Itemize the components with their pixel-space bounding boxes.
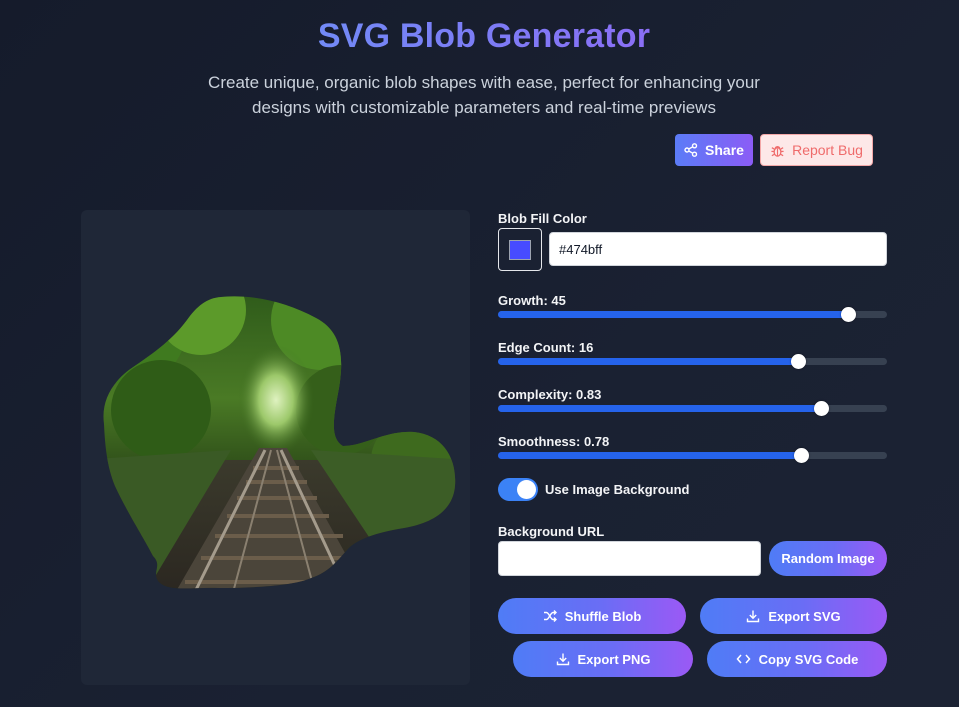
slider-thumb[interactable] [794, 448, 810, 463]
smoothness-label: Smoothness: 0.78 [498, 434, 610, 449]
download-icon [556, 653, 569, 666]
use-image-background-toggle[interactable] [498, 478, 538, 501]
slider-thumb[interactable] [813, 401, 829, 416]
share-button-label: Share [705, 142, 744, 158]
copy-svg-code-button-label: Copy SVG Code [758, 651, 859, 667]
slider-thumb[interactable] [790, 354, 806, 369]
export-svg-button[interactable]: Export SVG [700, 598, 887, 634]
shuffle-blob-button[interactable]: Shuffle Blob [498, 598, 686, 634]
export-png-button[interactable]: Export PNG [513, 641, 693, 677]
blob-preview-image [103, 296, 456, 589]
toggle-knob [517, 480, 536, 499]
shuffle-icon [543, 610, 557, 622]
random-image-button[interactable]: Random Image [769, 541, 887, 576]
edge-count-slider[interactable] [498, 354, 887, 369]
bug-icon [771, 145, 784, 157]
app-page: SVG Blob Generator Create unique, organi… [0, 0, 959, 707]
complexity-slider[interactable] [498, 401, 887, 416]
shuffle-blob-button-label: Shuffle Blob [564, 608, 642, 624]
report-bug-button[interactable]: Report Bug [760, 134, 873, 166]
copy-svg-code-button[interactable]: Copy SVG Code [707, 641, 887, 677]
fill-color-swatch [509, 240, 531, 260]
slider-fill [498, 311, 849, 318]
background-url-label: Background URL [498, 524, 605, 539]
page-subtitle: Create unique, organic blob shapes with … [208, 73, 760, 117]
edge-count-label: Edge Count: 16 [498, 340, 594, 355]
growth-label: Growth: 45 [498, 293, 566, 308]
code-icon [736, 654, 751, 664]
use-image-background-label: Use Image Background [545, 482, 690, 497]
slider-fill [498, 405, 821, 412]
share-button[interactable]: Share [675, 134, 753, 166]
report-bug-button-label: Report Bug [792, 142, 863, 158]
fill-color-hex-input[interactable] [549, 232, 887, 266]
smoothness-slider[interactable] [498, 448, 887, 463]
growth-slider[interactable] [498, 307, 887, 322]
export-png-button-label: Export PNG [577, 651, 651, 667]
slider-fill [498, 452, 802, 459]
page-title: SVG Blob Generator [0, 17, 959, 56]
slider-thumb[interactable] [841, 307, 857, 322]
background-url-input[interactable] [498, 541, 761, 576]
fill-color-label: Blob Fill Color [498, 211, 587, 226]
fill-color-picker[interactable] [498, 228, 542, 271]
complexity-label: Complexity: 0.83 [498, 387, 602, 402]
random-image-button-label: Random Image [781, 551, 875, 566]
download-icon [747, 610, 760, 623]
blob-preview-panel [81, 210, 470, 685]
export-svg-button-label: Export SVG [768, 608, 841, 624]
slider-fill [498, 358, 798, 365]
share-icon [684, 143, 698, 157]
